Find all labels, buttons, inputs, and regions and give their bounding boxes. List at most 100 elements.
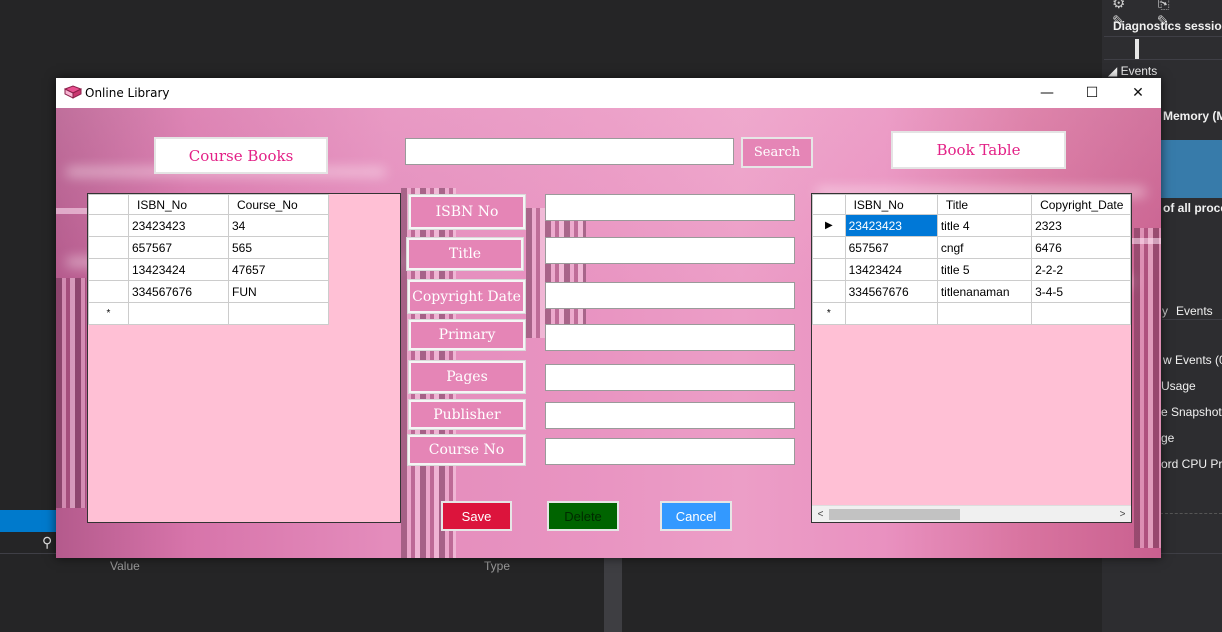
book-table-grid[interactable]: ISBN_No Title Copyright_Date ▶ 23423423 … (811, 193, 1132, 523)
title-bar[interactable]: Online Library — ☐ ✕ (56, 78, 1161, 108)
table-cell[interactable]: 13423424 (844, 258, 938, 281)
row-header[interactable] (812, 280, 846, 303)
ide-scrollbar[interactable] (604, 558, 622, 632)
save-button[interactable]: Save (441, 501, 512, 531)
row-header[interactable] (88, 214, 129, 237)
isbn-no-input[interactable] (545, 194, 795, 221)
window-title: Online Library (85, 86, 170, 100)
book-table: ISBN_No Title Copyright_Date ▶ 23423423 … (812, 194, 1131, 325)
diagnostics-timeline[interactable] (1104, 36, 1222, 60)
column-header-course-no[interactable]: Course_No (228, 194, 329, 215)
table-cell[interactable] (844, 302, 938, 325)
table-cell[interactable] (936, 302, 1033, 325)
table-row[interactable]: 334567676 FUN (88, 280, 329, 303)
table-row[interactable]: 13423424 title 5 2-2-2 (812, 258, 1131, 281)
table-cell[interactable]: 565 (228, 236, 329, 259)
close-button[interactable]: ✕ (1115, 78, 1161, 108)
new-row-marker[interactable]: * (88, 302, 129, 325)
copyright-date-label: Copyright Date (408, 280, 525, 313)
row-header[interactable] (88, 280, 129, 303)
ide-list-item[interactable]: w Events (0 (1163, 353, 1222, 367)
course-books-grid[interactable]: ISBN_No Course_No 23423423 34 657567 565… (87, 193, 401, 523)
ide-list-item[interactable]: Usage (1161, 379, 1196, 393)
table-row[interactable]: ▶ 23423423 title 4 2323 (812, 214, 1131, 237)
process-memory-label: of all proce (1163, 201, 1222, 215)
table-cell[interactable]: 23423423 (128, 214, 229, 237)
table-cell[interactable] (128, 302, 229, 325)
row-header[interactable] (88, 236, 129, 259)
row-header-corner[interactable] (88, 194, 129, 215)
horizontal-scrollbar[interactable]: < > (812, 505, 1131, 522)
table-cell[interactable]: 2-2-2 (1031, 258, 1131, 281)
row-header[interactable] (88, 258, 129, 281)
publisher-input[interactable] (545, 402, 795, 429)
table-cell[interactable]: cngf (936, 236, 1033, 259)
table-new-row[interactable]: * (812, 302, 1131, 325)
table-cell[interactable]: 334567676 (844, 280, 938, 303)
cancel-button[interactable]: Cancel (660, 501, 732, 531)
ide-list-item[interactable]: ge (1161, 431, 1174, 445)
timeline-marker (1135, 39, 1139, 59)
search-input[interactable] (405, 138, 734, 165)
column-header-isbn-no[interactable]: ISBN_No (128, 194, 229, 215)
maximize-button[interactable]: ☐ (1069, 78, 1115, 108)
scrollbar-thumb[interactable] (829, 509, 960, 520)
copyright-date-input[interactable] (545, 282, 795, 309)
course-no-input[interactable] (545, 438, 795, 465)
table-cell[interactable]: 6476 (1031, 236, 1131, 259)
table-cell[interactable]: 3-4-5 (1031, 280, 1131, 303)
table-header-row: ISBN_No Course_No (88, 194, 329, 215)
publisher-label: Publisher (409, 400, 525, 429)
ide-list-item[interactable]: ord CPU Pro (1161, 457, 1222, 471)
delete-button[interactable]: Delete (547, 501, 619, 531)
table-new-row[interactable]: * (88, 302, 329, 325)
column-header-isbn-no[interactable]: ISBN_No (844, 194, 938, 215)
scroll-right-arrow-icon[interactable]: > (1114, 507, 1131, 522)
row-header[interactable] (812, 258, 846, 281)
table-row[interactable]: 657567 565 (88, 236, 329, 259)
ide-search-box[interactable]: ⚲ (0, 532, 56, 554)
online-library-window: Online Library — ☐ ✕ Course Books Book T… (56, 78, 1161, 558)
isbn-no-label: ISBN No (409, 195, 525, 229)
table-cell[interactable]: titlenanaman (936, 280, 1033, 303)
tab-partial[interactable]: y (1162, 304, 1168, 318)
table-cell[interactable]: 2323 (1031, 214, 1131, 237)
primary-label: Primary (409, 320, 525, 350)
book-table-label: Book Table (891, 131, 1066, 169)
column-header-title[interactable]: Title (936, 194, 1033, 215)
search-button[interactable]: Search (741, 137, 813, 168)
table-cell[interactable]: 34 (228, 214, 329, 237)
row-header-corner[interactable] (812, 194, 846, 215)
table-cell[interactable]: title 5 (936, 258, 1033, 281)
new-row-marker[interactable]: * (812, 302, 846, 325)
table-cell[interactable]: 47657 (228, 258, 329, 281)
row-header[interactable] (812, 236, 846, 259)
table-cell[interactable] (228, 302, 329, 325)
events-header[interactable]: ◢ Events (1108, 64, 1157, 78)
table-cell[interactable]: 657567 (128, 236, 229, 259)
table-cell[interactable]: 13423424 (128, 258, 229, 281)
table-cell-selected[interactable]: 23423423 (844, 214, 938, 237)
table-row[interactable]: 334567676 titlenanaman 3-4-5 (812, 280, 1131, 303)
search-icon: ⚲ (42, 534, 53, 550)
title-input[interactable] (545, 237, 795, 264)
column-header-copyright-date[interactable]: Copyright_Date (1031, 194, 1131, 215)
column-header-value[interactable]: Value (110, 559, 140, 573)
table-cell[interactable]: title 4 (936, 214, 1033, 237)
pages-input[interactable] (545, 364, 795, 391)
column-header-type[interactable]: Type (484, 559, 510, 573)
ide-list-item[interactable]: e Snapshot (1161, 405, 1222, 419)
scroll-left-arrow-icon[interactable]: < (812, 507, 829, 522)
table-cell[interactable]: 657567 (844, 236, 938, 259)
table-cell[interactable]: 334567676 (128, 280, 229, 303)
table-cell[interactable] (1031, 302, 1131, 325)
table-cell[interactable]: FUN (228, 280, 329, 303)
table-header-row: ISBN_No Title Copyright_Date (812, 194, 1131, 215)
tab-events[interactable]: Events (1176, 304, 1213, 318)
primary-input[interactable] (545, 324, 795, 351)
table-row[interactable]: 23423423 34 (88, 214, 329, 237)
table-row[interactable]: 657567 cngf 6476 (812, 236, 1131, 259)
table-row[interactable]: 13423424 47657 (88, 258, 329, 281)
minimize-button[interactable]: — (1024, 78, 1070, 108)
current-row-marker[interactable]: ▶ (812, 214, 846, 237)
